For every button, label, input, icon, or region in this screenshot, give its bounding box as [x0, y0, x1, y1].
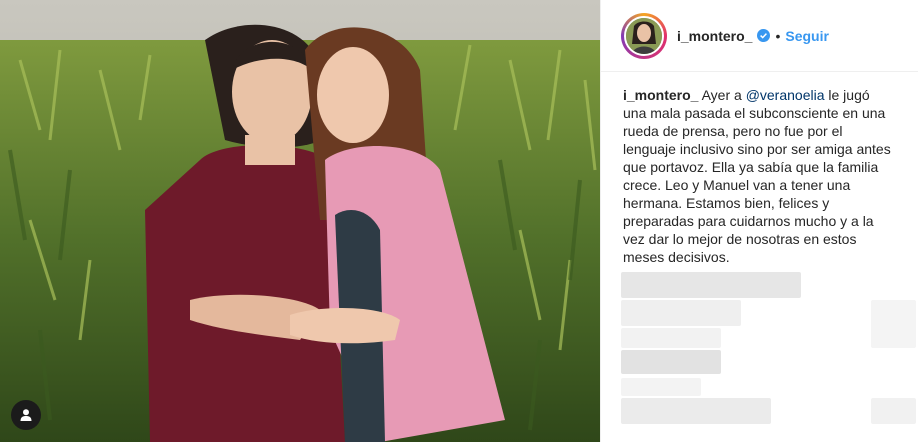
post-photo[interactable]: [0, 0, 600, 442]
user-tag-icon: [20, 409, 32, 421]
story-ring[interactable]: [621, 12, 667, 59]
caption-text-before: Ayer a: [698, 87, 746, 103]
avatar-image: [626, 17, 662, 54]
verified-badge-icon: [757, 29, 771, 42]
follow-button[interactable]: Seguir: [785, 28, 829, 44]
post-sidebar: i_montero_ • Seguir i_montero_ Ayer a @v…: [600, 0, 918, 442]
post-caption: i_montero_ Ayer a @veranoelia le jugó un…: [601, 72, 918, 266]
username[interactable]: i_montero_: [677, 28, 752, 44]
caption-mention-link[interactable]: @veranoelia: [746, 87, 825, 103]
blurred-comments: [621, 270, 918, 442]
post-header: i_montero_ • Seguir: [601, 0, 918, 72]
post-image: [0, 0, 600, 442]
separator-dot: •: [775, 27, 781, 44]
caption-text-after: le jugó una mala pasada el subconsciente…: [623, 87, 891, 265]
caption-username[interactable]: i_montero_: [623, 87, 698, 103]
user-tag-button[interactable]: [11, 400, 41, 430]
avatar[interactable]: [624, 15, 664, 56]
